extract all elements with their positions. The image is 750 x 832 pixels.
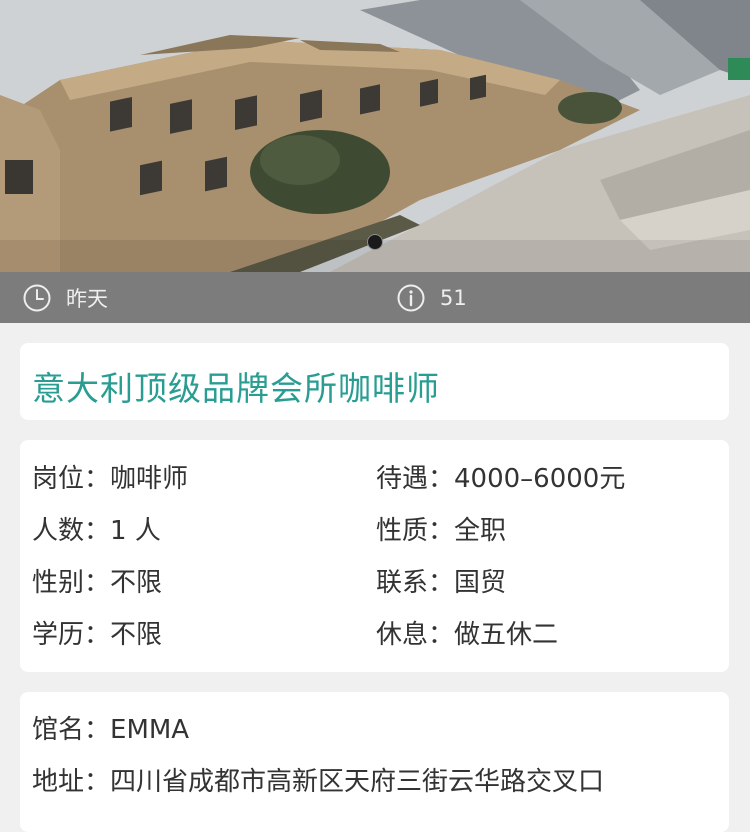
- detail-value: 全职: [454, 516, 507, 546]
- detail-value: 1 人: [110, 516, 161, 546]
- detail-label: 性别：: [32, 568, 111, 598]
- detail-value: 不限: [110, 620, 163, 650]
- job-details-card: 岗位：咖啡师 待遇：4000–6000元 人数：1 人 性质：全职 性别：不限 …: [20, 440, 729, 672]
- info-icon: [396, 283, 426, 313]
- detail-label: 性质：: [376, 516, 455, 546]
- job-title-card: 意大利顶级品牌会所咖啡师: [20, 343, 729, 420]
- hero-image[interactable]: [0, 0, 750, 272]
- detail-value: 不限: [110, 568, 163, 598]
- view-count: 51: [396, 272, 467, 323]
- post-meta-bar: 昨天 51: [0, 272, 750, 323]
- view-count-text: 51: [440, 285, 467, 310]
- detail-salary: 待遇：4000–6000元: [376, 464, 625, 494]
- detail-education: 学历：不限: [32, 620, 162, 650]
- detail-label: 学历：: [32, 620, 111, 650]
- job-title: 意大利顶级品牌会所咖啡师: [32, 369, 440, 408]
- detail-contact: 联系：国贸: [376, 568, 506, 598]
- detail-value: 咖啡师: [110, 464, 189, 494]
- detail-employment-type: 性质：全职: [376, 516, 506, 546]
- detail-label: 地址：: [32, 767, 111, 797]
- venue-address[interactable]: 地址：四川省成都市高新区天府三街云华路交叉口: [32, 767, 604, 797]
- posted-time: 昨天: [22, 272, 108, 323]
- detail-label: 联系：: [376, 568, 455, 598]
- venue-name: 馆名：EMMA: [32, 715, 189, 745]
- detail-label: 馆名：: [32, 715, 111, 745]
- clock-icon: [22, 283, 52, 313]
- detail-value: 国贸: [454, 568, 507, 598]
- detail-rest: 休息：做五休二: [376, 620, 558, 650]
- detail-position: 岗位：咖啡师: [32, 464, 188, 494]
- detail-value: EMMA: [110, 715, 190, 745]
- detail-value: 做五休二: [454, 620, 559, 650]
- detail-value: 四川省成都市高新区天府三街云华路交叉口: [110, 767, 605, 797]
- detail-value: 4000–6000元: [454, 464, 626, 494]
- detail-headcount: 人数：1 人: [32, 516, 161, 546]
- building-photo: [0, 0, 750, 272]
- detail-label: 人数：: [32, 516, 111, 546]
- detail-label: 待遇：: [376, 464, 455, 494]
- detail-gender: 性别：不限: [32, 568, 162, 598]
- venue-card: 馆名：EMMA 地址：四川省成都市高新区天府三街云华路交叉口: [20, 692, 729, 832]
- carousel-indicator[interactable]: [367, 234, 383, 250]
- posted-time-text: 昨天: [66, 286, 108, 311]
- detail-label: 休息：: [376, 620, 455, 650]
- detail-label: 岗位：: [32, 464, 111, 494]
